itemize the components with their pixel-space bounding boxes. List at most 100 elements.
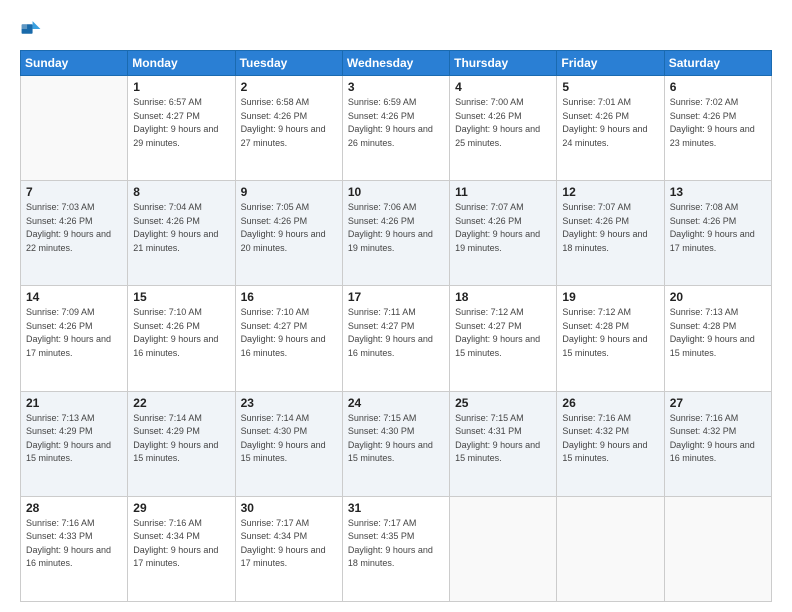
day-info: Sunrise: 6:57 AMSunset: 4:27 PMDaylight:… xyxy=(133,96,229,150)
calendar-cell: 16 Sunrise: 7:10 AMSunset: 4:27 PMDayligh… xyxy=(235,286,342,391)
day-info: Sunrise: 7:04 AMSunset: 4:26 PMDaylight:… xyxy=(133,201,229,255)
day-number: 21 xyxy=(26,396,122,410)
day-info: Sunrise: 6:58 AMSunset: 4:26 PMDaylight:… xyxy=(241,96,337,150)
day-number: 3 xyxy=(348,80,444,94)
calendar-cell: 19 Sunrise: 7:12 AMSunset: 4:28 PMDayligh… xyxy=(557,286,664,391)
calendar-week-row-1: 1 Sunrise: 6:57 AMSunset: 4:27 PMDaylight… xyxy=(21,76,772,181)
calendar-cell: 5 Sunrise: 7:01 AMSunset: 4:26 PMDaylight… xyxy=(557,76,664,181)
weekday-header-friday: Friday xyxy=(557,51,664,76)
day-info: Sunrise: 7:07 AMSunset: 4:26 PMDaylight:… xyxy=(562,201,658,255)
calendar-cell: 18 Sunrise: 7:12 AMSunset: 4:27 PMDayligh… xyxy=(450,286,557,391)
day-number: 23 xyxy=(241,396,337,410)
day-info: Sunrise: 7:09 AMSunset: 4:26 PMDaylight:… xyxy=(26,306,122,360)
day-number: 29 xyxy=(133,501,229,515)
day-info: Sunrise: 6:59 AMSunset: 4:26 PMDaylight:… xyxy=(348,96,444,150)
calendar-cell: 6 Sunrise: 7:02 AMSunset: 4:26 PMDaylight… xyxy=(664,76,771,181)
day-number: 27 xyxy=(670,396,766,410)
calendar-cell: 30 Sunrise: 7:17 AMSunset: 4:34 PMDayligh… xyxy=(235,496,342,601)
calendar-cell: 27 Sunrise: 7:16 AMSunset: 4:32 PMDayligh… xyxy=(664,391,771,496)
day-number: 12 xyxy=(562,185,658,199)
day-number: 26 xyxy=(562,396,658,410)
day-info: Sunrise: 7:16 AMSunset: 4:32 PMDaylight:… xyxy=(670,412,766,466)
day-number: 17 xyxy=(348,290,444,304)
day-number: 5 xyxy=(562,80,658,94)
day-number: 31 xyxy=(348,501,444,515)
weekday-header-sunday: Sunday xyxy=(21,51,128,76)
day-number: 9 xyxy=(241,185,337,199)
day-number: 24 xyxy=(348,396,444,410)
calendar-cell: 15 Sunrise: 7:10 AMSunset: 4:26 PMDayligh… xyxy=(128,286,235,391)
day-info: Sunrise: 7:02 AMSunset: 4:26 PMDaylight:… xyxy=(670,96,766,150)
calendar-week-row-5: 28 Sunrise: 7:16 AMSunset: 4:33 PMDayligh… xyxy=(21,496,772,601)
calendar-cell: 1 Sunrise: 6:57 AMSunset: 4:27 PMDaylight… xyxy=(128,76,235,181)
day-number: 6 xyxy=(670,80,766,94)
day-number: 18 xyxy=(455,290,551,304)
day-info: Sunrise: 7:17 AMSunset: 4:35 PMDaylight:… xyxy=(348,517,444,571)
day-number: 16 xyxy=(241,290,337,304)
day-info: Sunrise: 7:11 AMSunset: 4:27 PMDaylight:… xyxy=(348,306,444,360)
calendar-table: SundayMondayTuesdayWednesdayThursdayFrid… xyxy=(20,50,772,602)
calendar-cell: 20Sunrise: 7:13 AMSunset: 4:28 PMDayligh… xyxy=(664,286,771,391)
day-info: Sunrise: 7:14 AMSunset: 4:30 PMDaylight:… xyxy=(241,412,337,466)
calendar-page: SundayMondayTuesdayWednesdayThursdayFrid… xyxy=(0,0,792,612)
day-info: Sunrise: 7:03 AMSunset: 4:26 PMDaylight:… xyxy=(26,201,122,255)
day-info: Sunrise: 7:05 AMSunset: 4:26 PMDaylight:… xyxy=(241,201,337,255)
day-number: 14 xyxy=(26,290,122,304)
day-info: Sunrise: 7:13 AMSunset: 4:28 PMDaylight:… xyxy=(670,306,766,360)
day-number: 28 xyxy=(26,501,122,515)
calendar-cell xyxy=(21,76,128,181)
day-info: Sunrise: 7:15 AMSunset: 4:31 PMDaylight:… xyxy=(455,412,551,466)
calendar-cell: 31 Sunrise: 7:17 AMSunset: 4:35 PMDayligh… xyxy=(342,496,449,601)
day-info: Sunrise: 7:08 AMSunset: 4:26 PMDaylight:… xyxy=(670,201,766,255)
calendar-cell: 11Sunrise: 7:07 AMSunset: 4:26 PMDayligh… xyxy=(450,181,557,286)
day-info: Sunrise: 7:16 AMSunset: 4:32 PMDaylight:… xyxy=(562,412,658,466)
weekday-header-wednesday: Wednesday xyxy=(342,51,449,76)
day-number: 2 xyxy=(241,80,337,94)
header xyxy=(20,18,772,40)
day-info: Sunrise: 7:16 AMSunset: 4:33 PMDaylight:… xyxy=(26,517,122,571)
calendar-cell: 25 Sunrise: 7:15 AMSunset: 4:31 PMDayligh… xyxy=(450,391,557,496)
day-info: Sunrise: 7:13 AMSunset: 4:29 PMDaylight:… xyxy=(26,412,122,466)
day-number: 10 xyxy=(348,185,444,199)
day-number: 8 xyxy=(133,185,229,199)
calendar-cell: 24 Sunrise: 7:15 AMSunset: 4:30 PMDayligh… xyxy=(342,391,449,496)
calendar-week-row-2: 7 Sunrise: 7:03 AMSunset: 4:26 PMDaylight… xyxy=(21,181,772,286)
calendar-cell: 12 Sunrise: 7:07 AMSunset: 4:26 PMDayligh… xyxy=(557,181,664,286)
day-number: 25 xyxy=(455,396,551,410)
calendar-cell: 3 Sunrise: 6:59 AMSunset: 4:26 PMDaylight… xyxy=(342,76,449,181)
day-info: Sunrise: 7:17 AMSunset: 4:34 PMDaylight:… xyxy=(241,517,337,571)
calendar-cell: 4Sunrise: 7:00 AMSunset: 4:26 PMDaylight… xyxy=(450,76,557,181)
day-info: Sunrise: 7:15 AMSunset: 4:30 PMDaylight:… xyxy=(348,412,444,466)
day-number: 1 xyxy=(133,80,229,94)
weekday-header-monday: Monday xyxy=(128,51,235,76)
calendar-cell: 7 Sunrise: 7:03 AMSunset: 4:26 PMDaylight… xyxy=(21,181,128,286)
calendar-cell: 13 Sunrise: 7:08 AMSunset: 4:26 PMDayligh… xyxy=(664,181,771,286)
weekday-header-thursday: Thursday xyxy=(450,51,557,76)
day-info: Sunrise: 7:10 AMSunset: 4:26 PMDaylight:… xyxy=(133,306,229,360)
day-number: 7 xyxy=(26,185,122,199)
calendar-week-row-3: 14 Sunrise: 7:09 AMSunset: 4:26 PMDayligh… xyxy=(21,286,772,391)
day-number: 15 xyxy=(133,290,229,304)
day-number: 19 xyxy=(562,290,658,304)
day-number: 11 xyxy=(455,185,551,199)
day-info: Sunrise: 7:12 AMSunset: 4:27 PMDaylight:… xyxy=(455,306,551,360)
weekday-header-tuesday: Tuesday xyxy=(235,51,342,76)
calendar-cell: 10Sunrise: 7:06 AMSunset: 4:26 PMDayligh… xyxy=(342,181,449,286)
logo xyxy=(20,18,46,40)
day-info: Sunrise: 7:16 AMSunset: 4:34 PMDaylight:… xyxy=(133,517,229,571)
day-number: 13 xyxy=(670,185,766,199)
calendar-cell: 28 Sunrise: 7:16 AMSunset: 4:33 PMDayligh… xyxy=(21,496,128,601)
calendar-cell: 21 Sunrise: 7:13 AMSunset: 4:29 PMDayligh… xyxy=(21,391,128,496)
calendar-cell xyxy=(664,496,771,601)
day-number: 22 xyxy=(133,396,229,410)
day-info: Sunrise: 7:01 AMSunset: 4:26 PMDaylight:… xyxy=(562,96,658,150)
calendar-week-row-4: 21 Sunrise: 7:13 AMSunset: 4:29 PMDayligh… xyxy=(21,391,772,496)
calendar-cell: 23 Sunrise: 7:14 AMSunset: 4:30 PMDayligh… xyxy=(235,391,342,496)
calendar-cell: 2 Sunrise: 6:58 AMSunset: 4:26 PMDaylight… xyxy=(235,76,342,181)
day-number: 30 xyxy=(241,501,337,515)
calendar-cell: 29 Sunrise: 7:16 AMSunset: 4:34 PMDayligh… xyxy=(128,496,235,601)
day-info: Sunrise: 7:14 AMSunset: 4:29 PMDaylight:… xyxy=(133,412,229,466)
calendar-cell: 9 Sunrise: 7:05 AMSunset: 4:26 PMDaylight… xyxy=(235,181,342,286)
day-info: Sunrise: 7:10 AMSunset: 4:27 PMDaylight:… xyxy=(241,306,337,360)
day-info: Sunrise: 7:12 AMSunset: 4:28 PMDaylight:… xyxy=(562,306,658,360)
